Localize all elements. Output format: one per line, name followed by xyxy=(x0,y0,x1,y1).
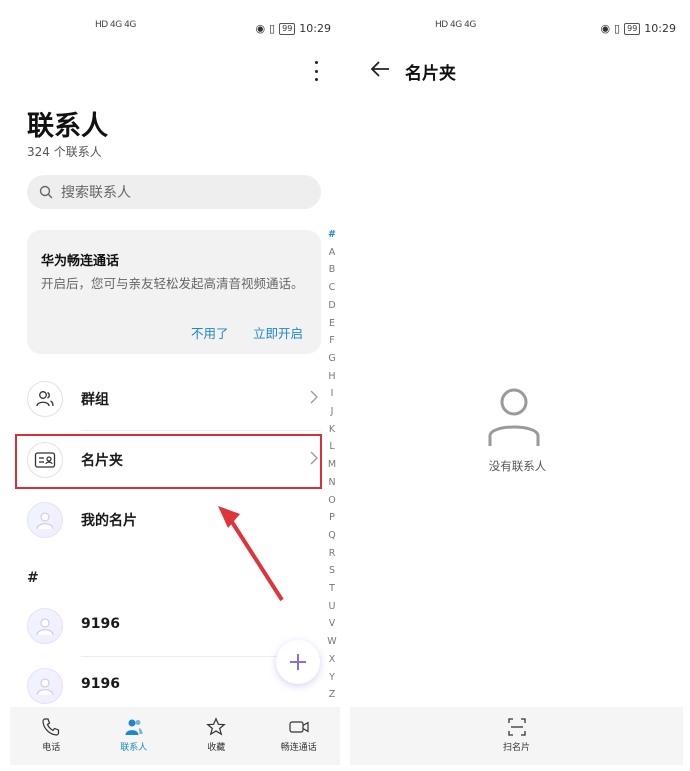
contacts-screen: HD 4G 4G ◉ ▯ 99 10:29 联系人 324 个联系人 搜索联系人… xyxy=(0,0,345,771)
carrier-indicator: HD 4G 4G xyxy=(435,20,476,30)
battery-icon: 99 xyxy=(624,22,641,35)
tab-video-call[interactable]: 畅连通话 xyxy=(258,707,341,765)
card-folder-screen: HD 4G 4G ◉ ▯ 99 10:29 名片夹 没有联系人 扫名片 xyxy=(345,0,690,771)
bottom-tab-bar: 电话 联系人 收藏 畅连通话 xyxy=(10,707,340,765)
plus-icon xyxy=(290,654,306,670)
tab-favorites[interactable]: 收藏 xyxy=(175,707,258,765)
status-time: 10:29 xyxy=(644,22,676,35)
scan-card-label: 扫名片 xyxy=(502,743,530,753)
vibrate-icon: ▯ xyxy=(614,22,621,35)
tab-label: 畅连通话 xyxy=(280,743,317,753)
back-arrow-icon[interactable] xyxy=(369,58,391,80)
contacts-icon xyxy=(125,719,143,735)
tab-contacts[interactable]: 联系人 xyxy=(93,707,176,765)
tab-label: 电话 xyxy=(42,743,61,753)
add-contact-button[interactable] xyxy=(276,640,320,684)
empty-contact-icon xyxy=(488,388,540,446)
video-call-icon xyxy=(289,721,309,733)
scan-card-button[interactable]: 扫名片 xyxy=(350,707,683,765)
page-title: 名片夹 xyxy=(405,64,456,84)
status-bar: HD 4G 4G ◉ ▯ 99 10:29 xyxy=(345,16,690,42)
scan-icon xyxy=(507,718,526,736)
empty-state-text: 没有联系人 xyxy=(488,459,547,473)
status-right: ◉ ▯ 99 10:29 xyxy=(600,22,676,35)
star-icon xyxy=(206,717,227,736)
tab-phone[interactable]: 电话 xyxy=(10,707,93,765)
tab-label: 收藏 xyxy=(207,743,226,753)
eye-icon: ◉ xyxy=(600,22,611,35)
phone-icon xyxy=(42,718,60,736)
tab-label: 联系人 xyxy=(120,743,148,753)
